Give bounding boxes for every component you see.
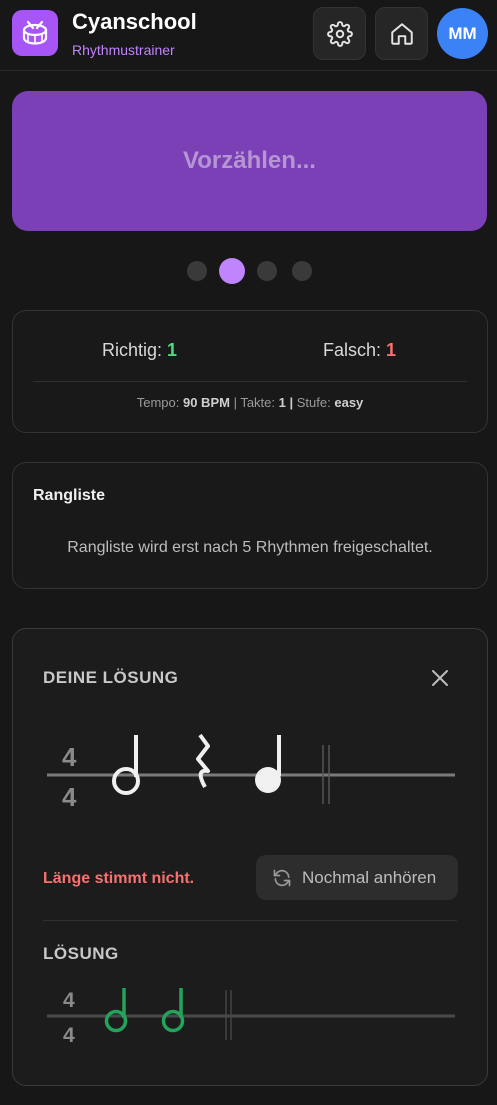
leaderboard-title: Rangliste bbox=[33, 487, 106, 504]
half-note bbox=[161, 988, 185, 1033]
session-meta: Tempo: 90 BPM | Takte: 1 | Stufe: easy bbox=[136, 395, 364, 410]
time-signature-bottom: 4 bbox=[63, 1024, 75, 1047]
count-in-button[interactable]: Vorzählen... bbox=[12, 91, 487, 231]
solution-title: LÖSUNG bbox=[43, 944, 119, 963]
level-value: easy bbox=[334, 395, 364, 410]
error-message: Länge stimmt nicht. bbox=[43, 870, 195, 887]
app-logo bbox=[12, 10, 58, 56]
progress-dot bbox=[187, 261, 207, 281]
leaderboard-card: Rangliste Rangliste wird erst nach 5 Rhy… bbox=[12, 462, 488, 589]
app-header: Cyanschool Rhythmustrainer MM bbox=[0, 0, 497, 71]
time-signature-bottom: 4 bbox=[62, 782, 77, 812]
time-signature-top: 4 bbox=[63, 989, 75, 1012]
level-label: Stufe: bbox=[296, 395, 331, 410]
divider bbox=[43, 920, 457, 921]
bars-value: 1 bbox=[278, 395, 286, 410]
divider bbox=[33, 381, 467, 382]
your-solution-staff: 4 4 bbox=[47, 733, 455, 812]
tempo-label: Tempo: bbox=[136, 395, 180, 410]
gear-icon bbox=[326, 20, 353, 47]
solution-panel: DEINE LÖSUNG 4 4 Länge stimmt nicht. Noc… bbox=[12, 628, 488, 1086]
home-button[interactable] bbox=[375, 7, 428, 60]
progress-dot-active bbox=[219, 258, 245, 284]
your-solution-title: DEINE LÖSUNG bbox=[43, 668, 179, 687]
time-signature-top: 4 bbox=[62, 742, 77, 772]
app-subtitle: Rhythmustrainer bbox=[72, 42, 175, 58]
solution-staff: 4 4 bbox=[47, 988, 455, 1047]
replay-button[interactable]: Nochmal anhören bbox=[256, 855, 458, 900]
refresh-icon bbox=[273, 869, 291, 886]
drum-icon bbox=[22, 20, 48, 45]
stats-card: Richtig: 1 Falsch: 1 Tempo: 90 BPM | Tak… bbox=[12, 310, 488, 433]
correct-value: 1 bbox=[167, 340, 178, 360]
user-avatar[interactable]: MM bbox=[437, 8, 488, 59]
wrong-stat: Falsch: 1 bbox=[323, 340, 396, 361]
settings-button[interactable] bbox=[313, 7, 366, 60]
count-in-label: Vorzählen... bbox=[183, 147, 316, 174]
replay-label: Nochmal anhören bbox=[302, 867, 437, 887]
wrong-value: 1 bbox=[386, 340, 397, 360]
wrong-label: Falsch: bbox=[323, 340, 382, 360]
close-button[interactable] bbox=[427, 665, 453, 691]
half-note bbox=[104, 988, 128, 1033]
correct-stat: Richtig: 1 bbox=[102, 340, 177, 361]
bars-label: Takte: bbox=[240, 395, 276, 410]
tempo-value: 90 BPM bbox=[182, 395, 230, 410]
app-title: Cyanschool bbox=[72, 9, 197, 34]
leaderboard-message: Rangliste wird erst nach 5 Rhythmen frei… bbox=[67, 539, 433, 556]
quarter-rest bbox=[196, 733, 210, 788]
progress-dot bbox=[257, 261, 277, 281]
half-note bbox=[112, 735, 140, 795]
quarter-note bbox=[255, 735, 281, 793]
correct-label: Richtig: bbox=[102, 340, 163, 360]
close-icon bbox=[432, 670, 448, 686]
home-icon bbox=[390, 22, 413, 45]
progress-dot bbox=[292, 261, 312, 281]
